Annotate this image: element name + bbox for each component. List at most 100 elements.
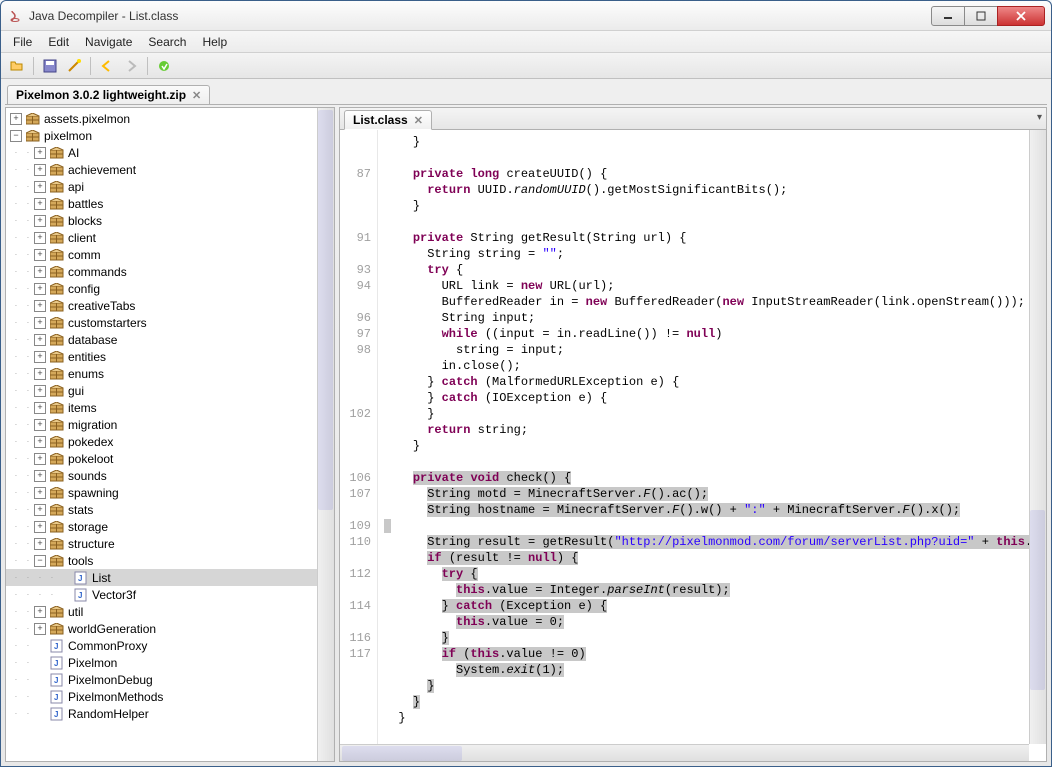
tree-toggle[interactable]: − — [34, 555, 46, 567]
archive-tab[interactable]: Pixelmon 3.0.2 lightweight.zip ✕ — [7, 85, 210, 104]
close-button[interactable] — [997, 6, 1045, 26]
menu-help[interactable]: Help — [194, 33, 235, 51]
tree-pkg-enums[interactable]: ··+enums — [6, 365, 334, 382]
menu-edit[interactable]: Edit — [40, 33, 77, 51]
tree-pkg-blocks[interactable]: ··+blocks — [6, 212, 334, 229]
package-tree[interactable]: +assets.pixelmon−pixelmon··+AI··+achieve… — [5, 107, 335, 762]
svg-text:J: J — [54, 693, 58, 702]
tree-toggle[interactable]: + — [34, 334, 46, 346]
tree-pkg-achievement[interactable]: ··+achievement — [6, 161, 334, 178]
tree-toggle[interactable]: + — [34, 419, 46, 431]
tree-pkg-worldgen[interactable]: ··+worldGeneration — [6, 620, 334, 637]
tree-pkg-util[interactable]: ··+util — [6, 603, 334, 620]
tree-pkg-structure[interactable]: ··+structure — [6, 535, 334, 552]
tree-pkg-stats[interactable]: ··+stats — [6, 501, 334, 518]
tree-toggle[interactable]: + — [34, 623, 46, 635]
menu-search[interactable]: Search — [140, 33, 194, 51]
tree-toggle[interactable]: + — [10, 113, 22, 125]
tree-toggle[interactable]: + — [34, 164, 46, 176]
tree-pkg-comm[interactable]: ··+comm — [6, 246, 334, 263]
tree-pkg-migration[interactable]: ··+migration — [6, 416, 334, 433]
tree-class-RandomHelper[interactable]: ··JRandomHelper — [6, 705, 334, 722]
svg-text:J: J — [78, 574, 82, 583]
tree-pkg-storage[interactable]: ··+storage — [6, 518, 334, 535]
open-file-button[interactable] — [7, 56, 27, 76]
titlebar[interactable]: Java Decompiler - List.class — [1, 1, 1051, 31]
tree-toggle[interactable]: + — [34, 521, 46, 533]
tree-pkg-entities[interactable]: ··+entities — [6, 348, 334, 365]
tree-pkg-items[interactable]: ··+items — [6, 399, 334, 416]
tab-close-icon[interactable]: ✕ — [192, 89, 201, 102]
tree-toggle[interactable]: + — [34, 215, 46, 227]
back-button[interactable] — [97, 56, 117, 76]
tree-toggle[interactable]: + — [34, 249, 46, 261]
tree-scrollbar[interactable] — [317, 108, 334, 761]
editor-tab[interactable]: List.class ✕ — [344, 110, 432, 130]
tree-class-PixelmonDebug[interactable]: ··JPixelmonDebug — [6, 671, 334, 688]
tree-pkg-sounds[interactable]: ··+sounds — [6, 467, 334, 484]
tree-toggle[interactable]: + — [34, 538, 46, 550]
scrollbar-thumb[interactable] — [318, 110, 333, 510]
tree-pkg-client[interactable]: ··+client — [6, 229, 334, 246]
tree-toggle[interactable]: + — [34, 453, 46, 465]
package-icon — [50, 418, 64, 432]
tree-pkg-customstarters[interactable]: ··+customstarters — [6, 314, 334, 331]
tree-toggle[interactable]: + — [34, 487, 46, 499]
scrollbar-thumb[interactable] — [342, 746, 462, 761]
tree-class-Pixelmon[interactable]: ··JPixelmon — [6, 654, 334, 671]
save-button[interactable] — [40, 56, 60, 76]
forward-button[interactable] — [121, 56, 141, 76]
package-icon — [50, 299, 64, 313]
tree-pkg-database[interactable]: ··+database — [6, 331, 334, 348]
scrollbar-thumb[interactable] — [1030, 510, 1045, 690]
tree-pkg-api[interactable]: ··+api — [6, 178, 334, 195]
tree-pkg-pixelmon[interactable]: −pixelmon — [6, 127, 334, 144]
tree-toggle[interactable]: + — [34, 181, 46, 193]
tree-toggle[interactable]: + — [34, 147, 46, 159]
tree-toggle[interactable]: + — [34, 283, 46, 295]
tree-toggle[interactable]: + — [34, 198, 46, 210]
tree-toggle[interactable]: + — [34, 317, 46, 329]
tree-toggle[interactable]: + — [34, 470, 46, 482]
tree-pkg-creativeTabs[interactable]: ··+creativeTabs — [6, 297, 334, 314]
tree-toggle[interactable]: + — [34, 504, 46, 516]
app-icon — [7, 8, 23, 24]
tree-class-CommonProxy[interactable]: ··JCommonProxy — [6, 637, 334, 654]
tree-pkg-assets[interactable]: +assets.pixelmon — [6, 110, 334, 127]
tree-toggle[interactable]: + — [34, 232, 46, 244]
tree-toggle[interactable]: + — [34, 385, 46, 397]
editor-menu-icon[interactable]: ▾ — [1037, 112, 1042, 123]
tree-pkg-spawning[interactable]: ··+spawning — [6, 484, 334, 501]
maximize-button[interactable] — [964, 6, 998, 26]
tree-pkg-commands[interactable]: ··+commands — [6, 263, 334, 280]
tree-toggle[interactable]: + — [34, 351, 46, 363]
minimize-button[interactable] — [931, 6, 965, 26]
tab-close-icon[interactable]: ✕ — [414, 114, 423, 127]
tree-toggle[interactable]: + — [34, 300, 46, 312]
code-text[interactable]: } private long createUUID() { return UUI… — [378, 130, 1046, 761]
java-file-icon: J — [74, 588, 88, 602]
tree-toggle[interactable]: + — [34, 402, 46, 414]
tree-pkg-tools[interactable]: ··−tools — [6, 552, 334, 569]
wand-button[interactable] — [64, 56, 84, 76]
tree-toggle[interactable]: + — [34, 436, 46, 448]
editor-hscrollbar[interactable] — [340, 744, 1029, 761]
code-area[interactable]: 8791939496979810210610710911011211411611… — [340, 130, 1046, 761]
tree-toggle[interactable]: + — [34, 368, 46, 380]
tree-pkg-pokedex[interactable]: ··+pokedex — [6, 433, 334, 450]
tree-pkg-AI[interactable]: ··+AI — [6, 144, 334, 161]
editor-vscrollbar[interactable] — [1029, 130, 1046, 744]
tree-class-List[interactable]: ····JList — [6, 569, 334, 586]
tree-toggle[interactable]: + — [34, 266, 46, 278]
tree-pkg-config[interactable]: ··+config — [6, 280, 334, 297]
menu-file[interactable]: File — [5, 33, 40, 51]
tree-toggle[interactable]: − — [10, 130, 22, 142]
tree-class-PixelmonMethods[interactable]: ··JPixelmonMethods — [6, 688, 334, 705]
tree-pkg-battles[interactable]: ··+battles — [6, 195, 334, 212]
menu-navigate[interactable]: Navigate — [77, 33, 140, 51]
tree-class-Vector3f[interactable]: ····JVector3f — [6, 586, 334, 603]
tree-pkg-pokeloot[interactable]: ··+pokeloot — [6, 450, 334, 467]
refresh-button[interactable] — [154, 56, 174, 76]
tree-pkg-gui[interactable]: ··+gui — [6, 382, 334, 399]
tree-toggle[interactable]: + — [34, 606, 46, 618]
